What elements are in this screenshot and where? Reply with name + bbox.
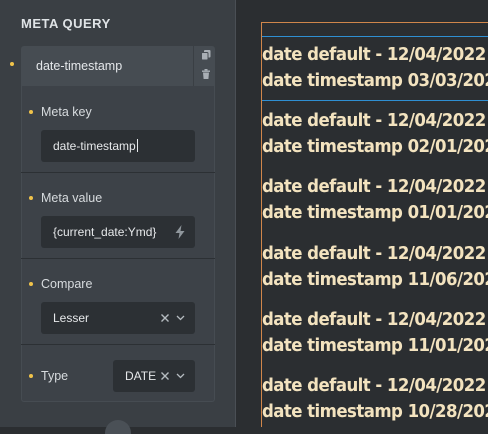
scroll-handle[interactable] bbox=[105, 420, 131, 434]
date-timestamp-text: date timestamp 11/01/2022 bbox=[262, 335, 488, 356]
compare-label: Compare bbox=[41, 277, 93, 291]
text-caret bbox=[136, 139, 138, 152]
meta-value-dot bbox=[29, 196, 33, 200]
chevron-down-icon[interactable] bbox=[176, 315, 185, 321]
date-default-text: date default - 12/04/2022 bbox=[262, 243, 486, 264]
hover-outline-bottom bbox=[262, 100, 488, 101]
date-timestamp-text: date timestamp 10/28/2022 bbox=[262, 401, 488, 422]
header-divider bbox=[193, 46, 194, 86]
date-default-text: date default - 12/04/2022 bbox=[262, 309, 486, 330]
compare-selected-value: Lesser bbox=[53, 311, 90, 325]
meta-query-panel: META QUERY date-timestamp Meta key date-… bbox=[0, 0, 235, 434]
date-timestamp-text: date timestamp 03/03/2023 bbox=[262, 70, 488, 91]
field-divider bbox=[21, 258, 215, 259]
hover-outline-top bbox=[262, 36, 488, 37]
meta-key-label: Meta key bbox=[41, 105, 92, 119]
field-divider bbox=[21, 172, 215, 173]
chevron-down-icon[interactable] bbox=[176, 373, 185, 379]
date-default-text: date default - 12/04/2022 bbox=[262, 110, 486, 131]
meta-value-value: {current_date:Ymd} bbox=[53, 225, 157, 239]
date-timestamp-text: date timestamp 02/01/2023 bbox=[262, 136, 488, 157]
copy-icon[interactable] bbox=[200, 49, 212, 61]
type-dot bbox=[29, 374, 33, 378]
meta-value-label: Meta value bbox=[41, 191, 103, 205]
trash-icon[interactable] bbox=[200, 68, 212, 80]
meta-key-input[interactable]: date-timestamp bbox=[41, 130, 195, 162]
section-title: META QUERY bbox=[21, 16, 111, 31]
compare-dot bbox=[29, 282, 33, 286]
date-default-text: date default - 12/04/2022 bbox=[262, 44, 486, 65]
compare-select[interactable]: Lesser bbox=[41, 302, 195, 334]
date-timestamp-text: date timestamp 11/06/2022 bbox=[262, 269, 488, 290]
date-default-text: date default - 12/04/2022 bbox=[262, 375, 486, 396]
type-label: Type bbox=[41, 369, 69, 383]
field-divider bbox=[21, 344, 215, 345]
date-timestamp-text: date timestamp 01/01/2023 bbox=[262, 202, 488, 223]
date-default-text: date default - 12/04/2022 bbox=[262, 176, 486, 197]
clear-x-icon[interactable] bbox=[160, 371, 170, 381]
repeater-item-header[interactable]: date-timestamp bbox=[21, 46, 215, 86]
clear-x-icon[interactable] bbox=[160, 313, 170, 323]
meta-value-input[interactable]: {current_date:Ymd} bbox=[41, 216, 195, 248]
meta-key-dot bbox=[29, 110, 33, 114]
selection-outline-top bbox=[261, 22, 488, 23]
repeater-item-label: date-timestamp bbox=[36, 59, 123, 73]
type-selected-value: DATE bbox=[125, 369, 157, 383]
type-select[interactable]: DATE bbox=[113, 360, 195, 392]
item-indicator-dot bbox=[10, 62, 14, 66]
bolt-icon[interactable] bbox=[173, 224, 187, 240]
meta-key-value: date-timestamp bbox=[53, 139, 136, 153]
